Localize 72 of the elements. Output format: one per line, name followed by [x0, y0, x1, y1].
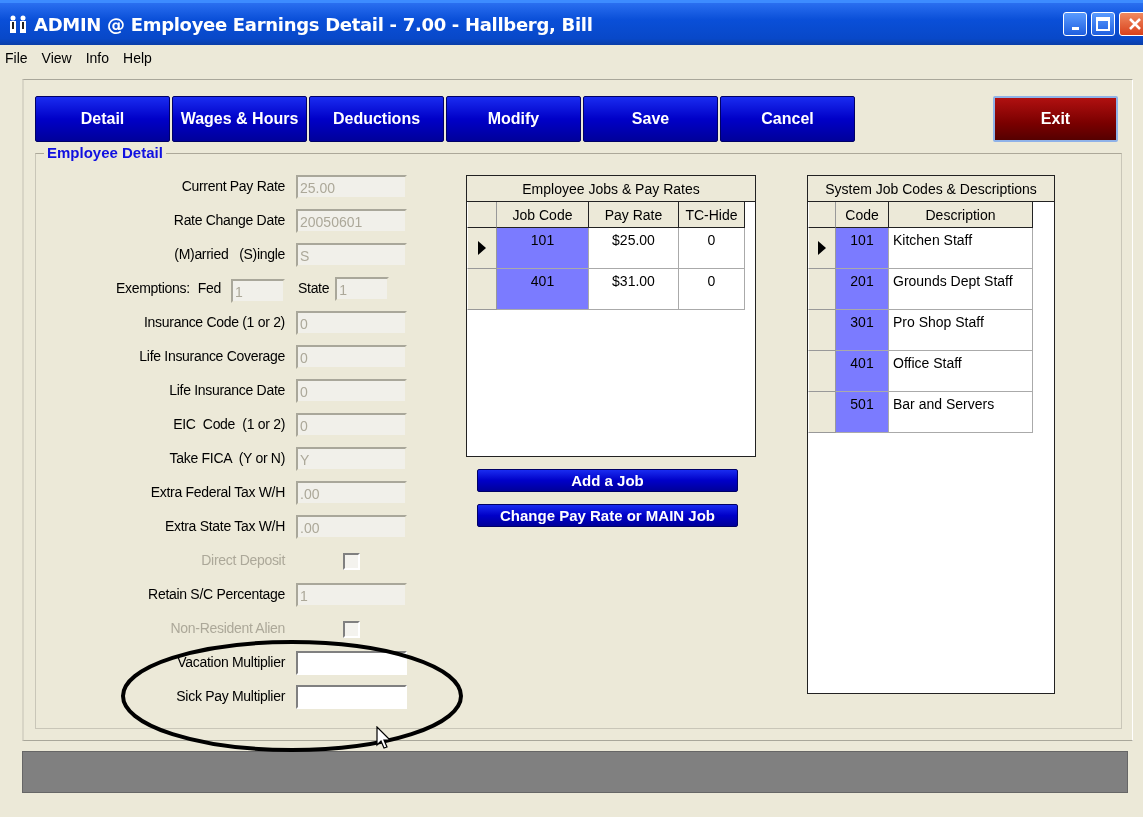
table-cell: 0 — [679, 228, 745, 269]
table-cell: 401 — [836, 351, 889, 392]
table-cell: 401 — [497, 269, 589, 310]
table-cell: 201 — [836, 269, 889, 310]
field-label: Extra State Tax W/H — [164, 517, 285, 536]
toolbar-button[interactable]: Cancel — [720, 96, 855, 142]
field-label: (M)arried (S)ingle — [174, 245, 285, 264]
table-cell: 501 — [836, 392, 889, 433]
header-corner — [467, 202, 497, 228]
toolbar-button[interactable]: Wages & Hours — [172, 96, 307, 142]
table-cell: $25.00 — [589, 228, 679, 269]
window-title: ADMIN @ Employee Earnings Detail - 7.00 - Hallberg, Bill — [34, 13, 594, 35]
close-button[interactable] — [1119, 12, 1143, 36]
maximize-button[interactable] — [1091, 12, 1115, 36]
add-job-button[interactable]: Add a Job — [477, 469, 738, 492]
field-label: EIC Code (1 or 2) — [173, 415, 285, 434]
maximize-icon — [1096, 17, 1110, 31]
field-label: Insurance Code (1 or 2) — [144, 313, 285, 332]
row-selector[interactable] — [808, 228, 836, 269]
field-label: Current Pay Rate — [181, 177, 285, 196]
exit-button[interactable]: Exit — [993, 96, 1118, 142]
table-cell: 101 — [836, 228, 889, 269]
column-header[interactable]: Code — [836, 202, 889, 228]
minimize-icon — [1071, 26, 1079, 30]
toolbar-button[interactable]: Save — [583, 96, 718, 142]
field-label: Life Insurance Coverage — [139, 347, 285, 366]
checkbox-label: Non-Resident Alien — [170, 619, 285, 638]
column-header[interactable]: Pay Rate — [589, 202, 679, 228]
table-cell: 0 — [679, 269, 745, 310]
toolbar-button[interactable]: Detail — [35, 96, 170, 142]
table-cell: Bar and Servers — [889, 392, 1033, 433]
field-label: Sick Pay Multiplier — [176, 687, 285, 706]
table-cell: Grounds Dept Staff — [889, 269, 1033, 310]
row-pointer-icon — [478, 241, 486, 255]
table-cell: $31.00 — [589, 269, 679, 310]
row-pointer-icon — [818, 241, 826, 255]
table-cell: Pro Shop Staff — [889, 310, 1033, 351]
column-header[interactable]: TC-Hide — [679, 202, 745, 228]
field-label: Vacation Multiplier — [177, 653, 285, 672]
column-header[interactable]: Description — [889, 202, 1033, 228]
field-label: Fed — [197, 279, 221, 297]
table-cell: 101 — [497, 228, 589, 269]
field-label: Extra Federal Tax W/H — [150, 483, 285, 502]
menu-item[interactable]: File — [5, 50, 28, 66]
row-selector[interactable] — [467, 228, 497, 269]
field-label: Life Insurance Date — [169, 381, 285, 400]
toolbar-button[interactable]: Deductions — [309, 96, 444, 142]
field-label: Take FICA (Y or N) — [169, 449, 285, 468]
table-title: System Job Codes & Descriptions — [808, 176, 1054, 202]
checkbox-label: Direct Deposit — [201, 551, 285, 570]
field-label: Exemptions: — [116, 279, 190, 297]
table-cell: 301 — [836, 310, 889, 351]
field-label: Rate Change Date — [173, 211, 285, 230]
menu-item[interactable]: Info — [85, 50, 109, 66]
table-cell: Kitchen Staff — [889, 228, 1033, 269]
table-cell: Office Staff — [889, 351, 1033, 392]
cursor-icon — [376, 726, 392, 750]
close-icon — [1128, 17, 1142, 31]
column-header[interactable]: Job Code — [497, 202, 589, 228]
change-rate-button[interactable]: Change Pay Rate or MAIN Job — [477, 504, 738, 527]
toolbar-button[interactable]: Modify — [446, 96, 581, 142]
menu-item[interactable]: View — [41, 50, 72, 66]
menu-item[interactable]: Help — [123, 50, 152, 66]
header-corner — [808, 202, 836, 228]
table-title: Employee Jobs & Pay Rates — [467, 176, 755, 202]
minimize-button[interactable] — [1063, 12, 1087, 36]
people-icon — [8, 14, 28, 34]
group-title: Employee Detail — [44, 144, 166, 161]
input-field[interactable] — [296, 685, 407, 709]
field-label: State — [298, 279, 330, 298]
input-field[interactable] — [296, 651, 407, 675]
field-label: Retain S/C Percentage — [148, 585, 285, 604]
